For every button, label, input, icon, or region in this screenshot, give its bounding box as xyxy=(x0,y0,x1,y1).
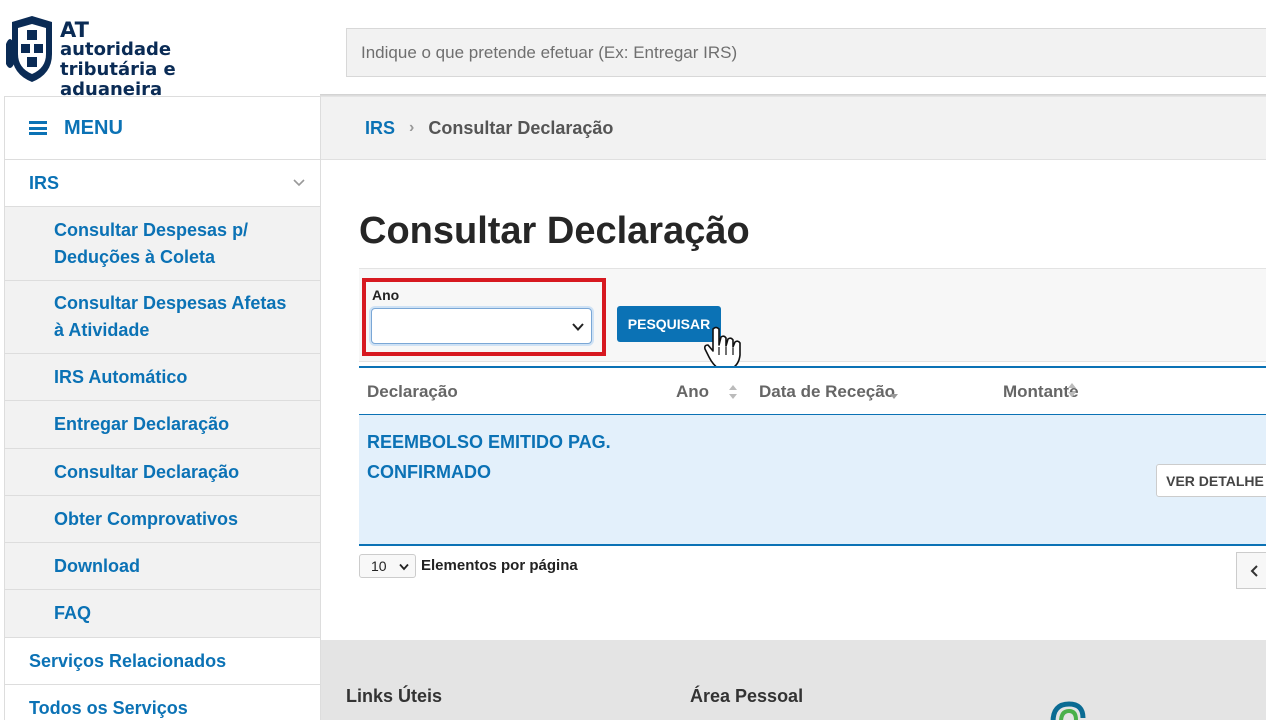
column-header-data-rececao[interactable]: Data de Receção xyxy=(759,382,895,402)
logo-line-1: autoridade xyxy=(60,39,172,60)
logo-text: AT autoridade tributária e aduaneira xyxy=(60,20,276,100)
header: AT autoridade tributária e aduaneira xyxy=(0,0,1280,100)
sidebar-item-label: Consultar Despesas Afetas à Atividade xyxy=(54,293,287,340)
column-header-declaracao[interactable]: Declaração xyxy=(367,382,458,402)
chevron-down-icon xyxy=(572,323,584,331)
sort-icon[interactable] xyxy=(1067,382,1077,398)
sort-desc-icon[interactable] xyxy=(889,384,899,400)
page-size-value: 10 xyxy=(371,558,387,574)
sidebar-item-label: Download xyxy=(54,555,140,576)
sidebar-item-label: FAQ xyxy=(54,603,92,623)
breadcrumb-link-irs[interactable]: IRS xyxy=(365,118,395,139)
sidebar-item-label: IRS Automático xyxy=(54,366,188,387)
sidebar-item-label: Obter Comprovativos xyxy=(54,508,239,529)
search-box[interactable] xyxy=(346,28,1266,77)
sidebar-item-label: Consultar Declaração xyxy=(54,461,240,482)
page-size-select[interactable]: 10 xyxy=(359,554,416,578)
sidebar: MENU IRS Consultar Despesas p/ Deduções … xyxy=(4,96,321,720)
search-input[interactable] xyxy=(347,29,1266,76)
page-edge xyxy=(1266,0,1280,720)
chevron-down-icon xyxy=(399,563,409,571)
sidebar-section-irs[interactable]: IRS xyxy=(5,160,320,207)
sidebar-item-irs-automatico[interactable]: IRS Automático xyxy=(5,354,320,401)
logo-at: AT xyxy=(60,18,89,42)
declaracao-status: REEMBOLSO EMITIDO PAG. CONFIRMADO xyxy=(367,432,611,482)
footer: Links Úteis Área Pessoal xyxy=(321,640,1266,720)
logo-line-2: tributária e aduaneira xyxy=(60,59,176,100)
sidebar-item-label: Serviços Relacionados xyxy=(29,650,227,671)
menu-button[interactable]: MENU xyxy=(5,96,320,160)
sidebar-item-obter-comprovativos[interactable]: Obter Comprovativos xyxy=(5,496,320,543)
sidebar-item-todos-servicos[interactable]: Todos os Serviços xyxy=(5,685,320,720)
sidebar-item-consultar-despesas-atividade[interactable]: Consultar Despesas Afetas à Atividade xyxy=(5,281,320,354)
page-title: Consultar Declaração xyxy=(359,210,750,252)
footer-area-pessoal-title: Área Pessoal xyxy=(690,686,804,706)
ano-select[interactable] xyxy=(371,308,592,344)
hamburger-icon xyxy=(29,121,47,135)
sidebar-item-consultar-despesas-deducoes[interactable]: Consultar Despesas p/ Deduções à Coleta xyxy=(5,207,320,281)
ano-label: Ano xyxy=(372,287,400,303)
sidebar-section-label: IRS xyxy=(29,172,60,193)
chevron-right-icon: › xyxy=(409,119,415,136)
sidebar-item-label: Consultar Despesas p/ Deduções à Coleta xyxy=(54,219,249,267)
sidebar-item-faq[interactable]: FAQ xyxy=(5,590,320,638)
coat-of-arms-icon xyxy=(6,16,52,82)
sort-icon[interactable] xyxy=(728,384,738,400)
page-size-label: Elementos por página xyxy=(421,557,578,574)
sidebar-item-label: Todos os Serviços xyxy=(29,697,188,718)
ver-detalhe-button[interactable]: VER DETALHE xyxy=(1156,464,1274,497)
filter-panel: Ano PESQUISAR xyxy=(359,268,1280,370)
chevron-down-icon xyxy=(293,179,305,187)
chevron-left-icon xyxy=(1250,565,1258,577)
breadcrumb: IRS › Consultar Declaração xyxy=(321,97,1266,160)
table-header: Declaração Ano Data de Receção Montante xyxy=(359,366,1280,414)
sidebar-item-entregar-declaracao[interactable]: Entregar Declaração xyxy=(5,401,320,449)
at-logo[interactable]: AT autoridade tributária e aduaneira xyxy=(6,14,276,100)
footer-links-uteis-title: Links Úteis xyxy=(346,686,443,706)
menu-label: MENU xyxy=(64,116,123,139)
table-row: REEMBOLSO EMITIDO PAG. CONFIRMADO VER DE… xyxy=(359,414,1280,546)
column-header-ano[interactable]: Ano xyxy=(676,382,709,402)
breadcrumb-current: Consultar Declaração xyxy=(428,117,614,138)
hand-cursor-icon xyxy=(704,326,741,370)
footer-logo-icon xyxy=(1050,701,1086,720)
sidebar-item-servicos-relacionados[interactable]: Serviços Relacionados xyxy=(5,638,320,685)
sidebar-item-label: Entregar Declaração xyxy=(54,414,230,434)
sidebar-item-download[interactable]: Download xyxy=(5,543,320,590)
sidebar-item-consultar-declaracao[interactable]: Consultar Declaração xyxy=(5,449,320,496)
